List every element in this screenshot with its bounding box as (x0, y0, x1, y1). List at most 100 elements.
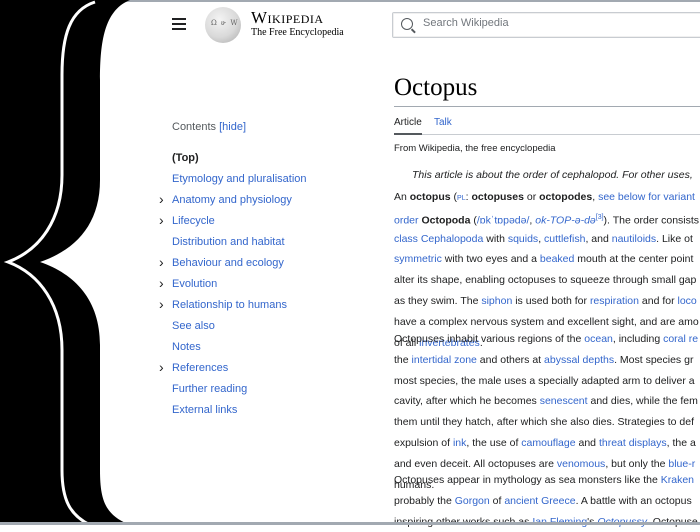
text-run: is used both for (512, 294, 590, 307)
text-line: Octopuses appear in mythology as sea mon… (394, 470, 698, 491)
toc-item[interactable]: Etymology and pluralisation (172, 173, 307, 185)
wikipedia-tagline: The Free Encyclopedia (251, 27, 344, 38)
article-link[interactable]: cuttlefish (544, 233, 585, 245)
toc-item-label: Behaviour and ecology (172, 257, 284, 269)
hamburger-icon-bar (172, 18, 186, 20)
toc-item[interactable]: Distribution and habitat (172, 236, 285, 248)
text-run: Octopuses appear in mythology as sea mon… (394, 474, 661, 486)
article-link[interactable]: blue-r (668, 458, 695, 470)
wikipedia-globe-icon[interactable] (205, 7, 241, 43)
article-link[interactable]: /ɒkˈtɒpədə/ (477, 214, 530, 226)
bold-term: Octopoda (421, 214, 471, 227)
article-link[interactable]: ocean (584, 333, 613, 345)
page-title: Octopus (394, 74, 478, 101)
article-link[interactable]: camouflage (521, 437, 575, 449)
toc-hide-link[interactable]: [hide] (219, 121, 246, 133)
toc-item-label: Notes (172, 341, 201, 353)
active-tab-indicator (394, 133, 422, 135)
article-link[interactable]: siphon (481, 295, 512, 307)
article-link[interactable]: ancient Greece (504, 495, 575, 507)
text-run: , including (612, 333, 664, 345)
toc-item[interactable]: External links (172, 404, 237, 416)
bold-term: octopodes (539, 191, 593, 203)
toc-item[interactable]: Further reading (172, 383, 247, 395)
text-run: probably the (394, 494, 455, 507)
chevron-right-icon[interactable]: › (159, 359, 164, 375)
tab-talk[interactable]: Talk (434, 117, 452, 128)
article-link[interactable]: class Cephalopoda (394, 233, 483, 245)
curly-brace-decoration (0, 0, 130, 525)
text-line: them until they hatch, after which she a… (394, 412, 698, 433)
chevron-right-icon[interactable]: › (159, 254, 164, 270)
chevron-right-icon[interactable]: › (159, 212, 164, 228)
chevron-right-icon[interactable]: › (159, 275, 164, 291)
text-run: of (489, 494, 505, 507)
article-link[interactable]: intertidal zone (412, 354, 477, 366)
text-run: and for (638, 294, 678, 307)
toc-item[interactable]: › Anatomy and physiology (159, 191, 292, 207)
text-line: cavity, after which he becomes senescent… (394, 391, 698, 412)
article-link[interactable]: venomous (557, 458, 605, 470)
article-link[interactable]: order (394, 214, 419, 226)
toc-item-label: (Top) (172, 152, 199, 164)
toc-title: Contents (172, 121, 217, 133)
text-run: , but only the (605, 457, 669, 470)
search-input[interactable] (421, 16, 685, 30)
text-run: with two eyes and a (441, 253, 540, 266)
toc-item[interactable]: › Evolution (159, 275, 218, 291)
article-link[interactable]: [3] (596, 214, 604, 221)
text-line: most species, the male uses a specially … (394, 371, 698, 392)
text-run: alter its shape, enabling octopuses to s… (394, 274, 697, 287)
article-link[interactable]: senescent (540, 395, 588, 407)
text-line: alter its shape, enabling octopuses to s… (394, 270, 699, 291)
text-run: and dies, while the fem (587, 395, 698, 408)
chevron-right-icon[interactable]: › (159, 191, 164, 207)
text-line: symmetric with two eyes and a beaked mou… (394, 249, 699, 270)
article-link[interactable]: coral re (663, 333, 698, 345)
toc-item[interactable]: › Lifecycle (159, 212, 215, 228)
text-run: mouth at the center point (574, 253, 694, 266)
decoration-black-shape (0, 0, 130, 525)
text-run: them until they hatch, after which she a… (394, 416, 694, 429)
text-run: with (483, 232, 508, 245)
article-link[interactable]: threat displays (599, 437, 667, 449)
text-line: order Octopoda (/ɒkˈtɒpədə/, ok-TOP-ə-də… (394, 208, 699, 229)
article-link[interactable]: PL (457, 195, 466, 202)
text-run: as they swim. The (394, 294, 482, 307)
article-link[interactable]: nautiloids (612, 233, 656, 245)
article-link[interactable]: see below for variant (598, 191, 695, 203)
search-icon (401, 18, 413, 30)
wikipedia-wordmark[interactable]: Wikipedia (251, 9, 324, 26)
text-run: most species, the male uses a specially … (394, 374, 695, 387)
article-link[interactable]: loco (678, 295, 697, 307)
chevron-right-icon[interactable]: › (159, 296, 164, 312)
text-run: ). The order consists (603, 214, 700, 227)
text-line: expulsion of ink, the use of camouflage … (394, 433, 698, 454)
bold-term: octopuses (471, 191, 524, 203)
main-menu-button[interactable] (172, 18, 186, 30)
search-box[interactable] (392, 12, 700, 38)
article-link[interactable]: Kraken (661, 474, 694, 486)
article-link[interactable]: symmetric (394, 253, 442, 265)
text-run: . Like ot (656, 232, 693, 245)
article-link[interactable]: ok-TOP-ə-də (535, 214, 596, 226)
text-run: and (575, 436, 599, 449)
article-link[interactable]: Gorgon (455, 495, 490, 507)
article-link[interactable]: squids (508, 233, 538, 245)
toc-item[interactable]: Notes (172, 341, 201, 353)
toc-item[interactable]: › References (159, 359, 228, 375)
tab-article[interactable]: Article (394, 117, 422, 128)
text-run: or (523, 191, 540, 203)
text-run: and others at (476, 353, 545, 366)
article-link[interactable]: respiration (590, 295, 639, 307)
toc-item[interactable]: › Behaviour and ecology (159, 254, 284, 270)
toc-item[interactable]: (Top) (172, 152, 199, 164)
article-link[interactable]: ink (453, 437, 466, 449)
toc-item[interactable]: See also (172, 320, 215, 332)
text-run: , the use of (466, 436, 522, 449)
toc-item[interactable]: › Relationship to humans (159, 296, 287, 312)
toc-item-label: Evolution (172, 278, 218, 290)
toc-item-label: Distribution and habitat (172, 236, 285, 248)
article-link[interactable]: beaked (540, 253, 574, 265)
article-link[interactable]: abyssal depths (544, 354, 614, 366)
